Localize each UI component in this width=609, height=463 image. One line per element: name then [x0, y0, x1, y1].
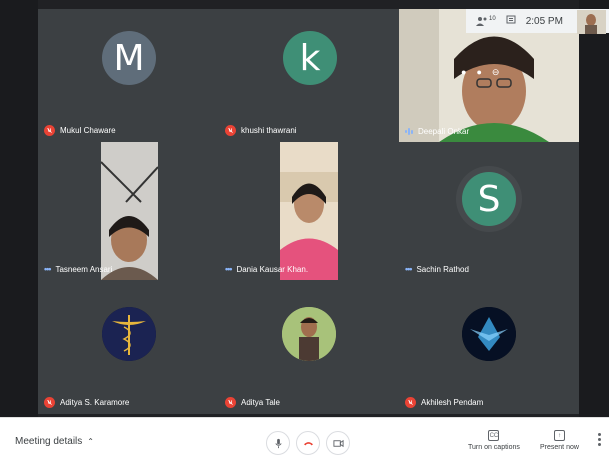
camera-feed [280, 142, 338, 280]
participant-tile-khushi[interactable]: k khushi thawrani [219, 9, 399, 142]
mic-off-icon [225, 125, 236, 136]
microphone-icon [274, 438, 282, 448]
mic-off-icon [44, 125, 55, 136]
present-label: Present now [540, 444, 579, 451]
camera-icon [332, 439, 344, 447]
leave-call-button[interactable] [296, 431, 320, 455]
participant-tile-aditya-k[interactable]: Aditya S. Karamore [38, 280, 219, 414]
participant-name: Dania Kausar Khan. [236, 264, 309, 274]
profile-image [282, 307, 336, 361]
remove-icon[interactable]: ⊖ [492, 67, 500, 78]
participant-name: Sachin Rathod [416, 264, 469, 274]
chat-button[interactable] [506, 15, 516, 28]
mic-icon[interactable]: ● [476, 67, 481, 78]
participant-name: Akhilesh Pendam [421, 398, 484, 407]
grid-margin-right [579, 0, 609, 417]
more-options-icon[interactable] [598, 433, 601, 446]
bottom-control-bar: Meeting details ⌃ CC Turn on captions ↑ … [0, 417, 609, 463]
pin-icon[interactable]: ● [461, 67, 466, 78]
participant-tile-mukul[interactable]: M Mukul Chaware [38, 9, 219, 142]
profile-image [462, 307, 516, 361]
hang-up-icon [303, 441, 313, 445]
participants-button[interactable]: 10 [476, 16, 496, 26]
participant-name: khushi thawrani [241, 126, 297, 135]
captions-button[interactable]: CC Turn on captions [468, 430, 520, 451]
more-dots-icon: ••• [225, 264, 233, 274]
caduceus-icon [102, 307, 156, 361]
camera-feed [101, 142, 158, 280]
avatar: S [462, 172, 516, 226]
participant-name: Tasneem Ansari [55, 264, 113, 274]
grid-margin-left [0, 0, 38, 417]
participant-name: Aditya S. Karamore [60, 398, 130, 407]
mic-off-icon [225, 397, 236, 408]
video-grid: M Mukul Chaware k khushi thawrani ● ● ⊖ … [0, 0, 609, 417]
meeting-details-label: Meeting details [15, 436, 83, 447]
participant-tile-dania[interactable]: ••• Dania Kausar Khan. [219, 142, 399, 280]
participant-name: Deepali Onkar [418, 127, 470, 136]
microphone-button[interactable] [266, 431, 290, 455]
participant-tile-tasneem[interactable]: ••• Tasneem Ansari [38, 142, 219, 280]
self-view-thumbnail[interactable] [577, 10, 606, 34]
participant-tile-akhilesh[interactable]: Akhilesh Pendam [399, 280, 579, 414]
captions-label: Turn on captions [468, 444, 520, 451]
present-now-button[interactable]: ↑ Present now [540, 430, 579, 451]
participant-tile-sachin[interactable]: S ••• Sachin Rathod [399, 142, 579, 280]
clock-time: 2:05 PM [525, 15, 563, 27]
avatar: M [102, 31, 156, 85]
chevron-up-icon: ⌃ [87, 437, 94, 446]
meeting-details-button[interactable]: Meeting details ⌃ [15, 436, 94, 447]
participant-name: Mukul Chaware [60, 126, 116, 135]
more-dots-icon: ••• [44, 264, 52, 274]
more-dots-icon: ••• [405, 264, 413, 274]
participant-name: Aditya Tale [241, 398, 280, 407]
chat-icon [506, 15, 516, 23]
people-icon [476, 17, 487, 26]
participants-count: 10 [489, 16, 496, 22]
present-icon: ↑ [553, 430, 565, 441]
participant-tile-aditya-t[interactable]: Aditya Tale [219, 280, 399, 414]
mic-off-icon [44, 397, 55, 408]
captions-icon: CC [488, 430, 500, 441]
avatar: k [283, 31, 337, 85]
camera-button[interactable] [326, 431, 350, 455]
tile-hover-controls: ● ● ⊖ [461, 67, 499, 78]
speaking-indicator-icon [405, 128, 413, 135]
emblem-icon [462, 307, 516, 361]
mic-off-icon [405, 397, 416, 408]
profile-image [102, 307, 156, 361]
